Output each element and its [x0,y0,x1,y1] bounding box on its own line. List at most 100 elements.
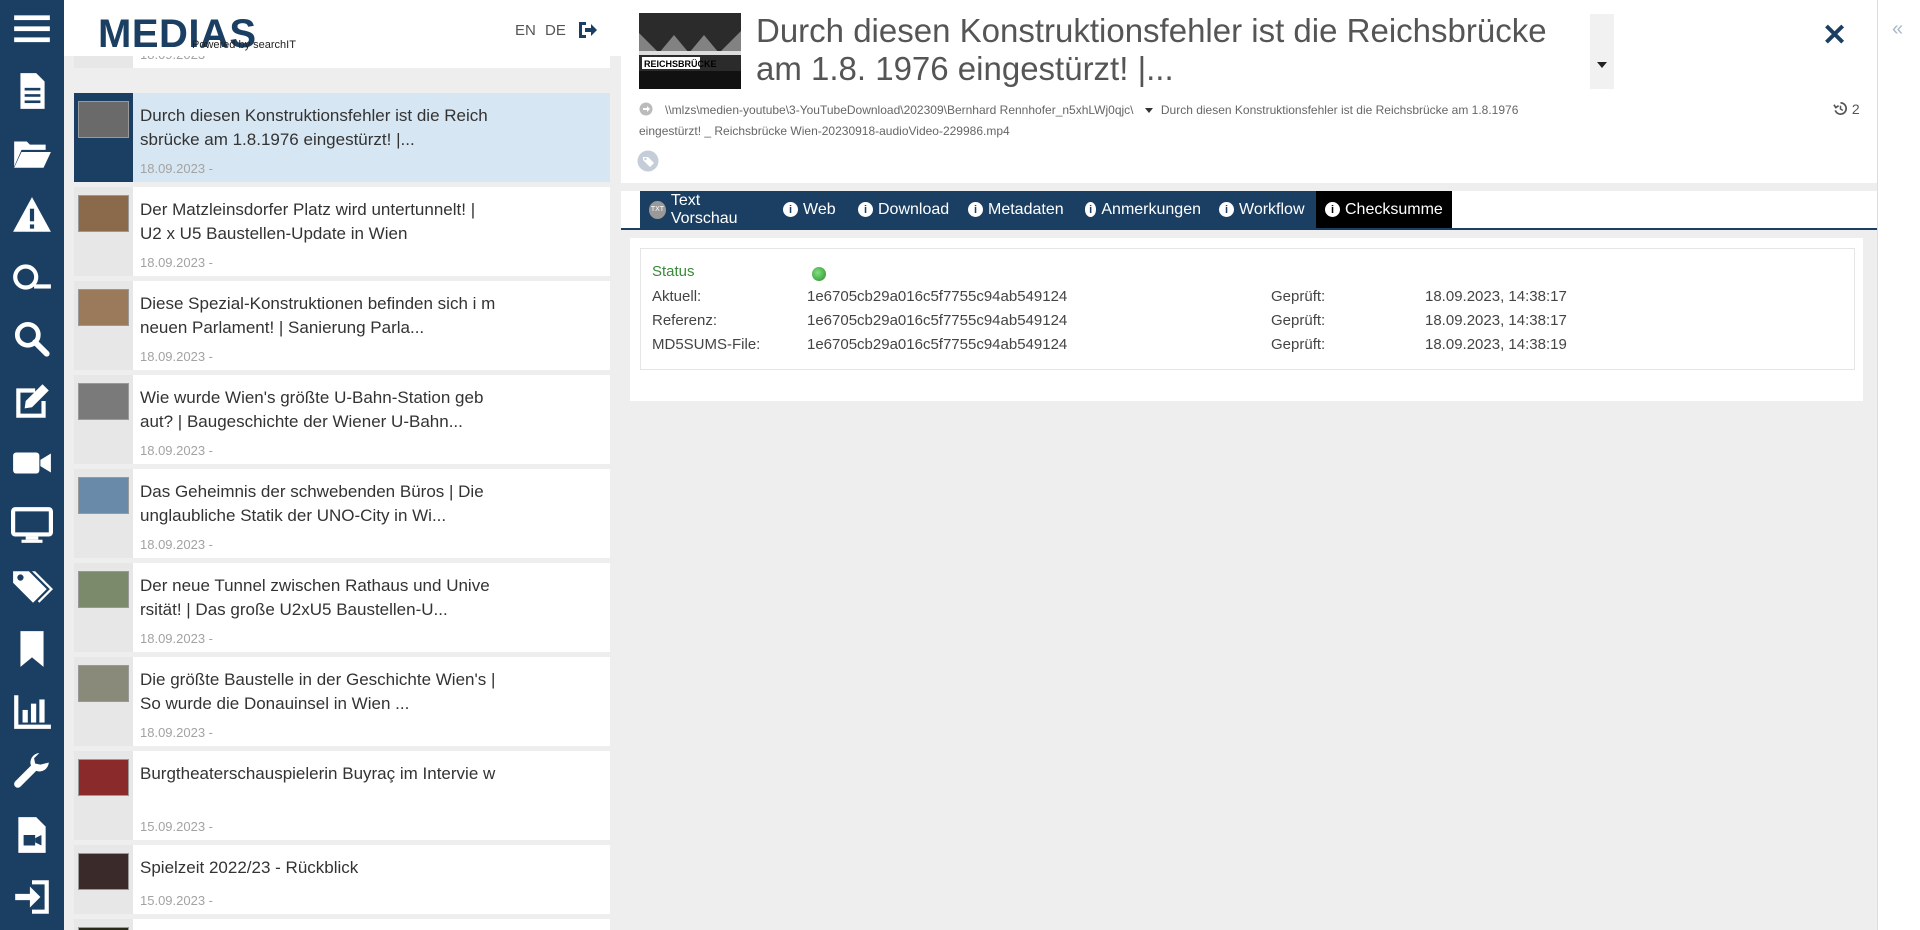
language-de-link[interactable]: DE [545,22,566,39]
txt-icon: TXT [649,200,666,219]
detail-title: Durch diesen Konstruktionsfehler ist die… [756,12,1547,87]
list-item[interactable]: Der neue Tunnel zwischen Rathaus und Uni… [74,563,610,652]
item-date: 18.09.2023 - [140,631,214,646]
tab-checksumme[interactable]: i Checksumme [1316,191,1452,228]
item-date: 15.09.2023 - [140,893,214,908]
tab-web[interactable]: i Web [774,191,849,228]
checked-timestamp: 18.09.2023, 14:38:19 [1425,336,1567,353]
info-icon: i [858,202,873,217]
video-thumbnail [78,665,129,702]
logout-icon[interactable] [577,21,597,39]
history-button[interactable]: 2 [1833,101,1860,117]
status-indicator [812,267,826,281]
sign-in-icon[interactable] [0,868,64,926]
tab-label: Workflow [1239,200,1305,218]
tab-label: Anmerkungen [1101,200,1201,218]
list-item[interactable]: Burgtheaterschauspielerin Buyraç im Inte… [74,751,610,840]
item-date: 18.09.2023 - [140,255,214,270]
info-icon: i [968,202,983,217]
detail-thumbnail: REICHSBRÜCKE [639,13,741,89]
item-title: Wie wurde Wien's größte U-Bahn-Station g… [140,388,484,431]
thumbnail-caption: REICHSBRÜCKE [644,59,717,69]
tab-metadaten[interactable]: i Metadaten [959,191,1076,228]
item-title: Der neue Tunnel zwischen Rathaus und Uni… [140,576,490,619]
tab-download[interactable]: i Download [849,191,959,228]
detail-header: REICHSBRÜCKE Durch diesen Konstruktionsf… [621,0,1877,183]
tab-text-vorschau[interactable]: TXT Text Vorschau [640,191,774,228]
list-item[interactable]: Diese Spezial-Konstruktionen befinden si… [74,281,610,370]
folder-open-icon[interactable] [0,124,64,182]
tag-icon[interactable] [637,150,659,172]
video-thumbnail [78,101,129,138]
tab-label: Checksumme [1345,200,1443,218]
list-item[interactable]: Die größte Baustelle in der Geschichte W… [74,657,610,746]
file-video-icon[interactable] [0,806,64,864]
item-title: Die größte Baustelle in der Geschichte W… [140,670,496,713]
checked-timestamp: 18.09.2023, 14:38:17 [1425,288,1567,305]
edit-icon[interactable] [0,372,64,430]
list-item[interactable]: Wie wurde Wien's größte U-Bahn-Station g… [74,375,610,464]
tab-label: Web [803,200,836,218]
md5sums-label: MD5SUMS-File: [652,336,761,353]
video-thumbnail [78,383,129,420]
logo-subtitle: Powered by searchIT [192,39,296,51]
item-date: 18.09.2023 - [140,161,214,176]
file-path: \\mlzs\medien-youtube\3-YouTubeDownload\… [639,100,1574,142]
warning-icon[interactable] [0,186,64,244]
info-icon: i [1325,202,1340,217]
checked-label: Geprüft: [1271,312,1326,329]
path-folder: \\mlzs\medien-youtube\3-YouTubeDownload\… [665,103,1134,117]
tab-workflow[interactable]: i Workflow [1210,191,1316,228]
item-title: Spielzeit 2022/23 - Rückblick [140,858,359,877]
checked-label: Geprüft: [1271,336,1326,353]
video-thumbnail [78,759,129,796]
monitor-icon[interactable] [0,496,64,554]
checksum-panel: Status Aktuell: 1e6705cb29a016c5f7755c94… [630,238,1863,401]
item-date: 18.09.2023 - [140,443,214,458]
tab-anmerkungen[interactable]: i Anmerkungen [1076,191,1210,228]
item-date: 18.09.2023 - [140,349,214,364]
list-item[interactable]: Das Geheimnis der schwebenden Büros | Di… [74,469,610,558]
collapse-icon[interactable]: « [1892,18,1903,41]
aktuell-hash: 1e6705cb29a016c5f7755c94ab549124 [807,288,1068,305]
search-icon[interactable] [0,310,64,368]
info-icon: i [1219,202,1234,217]
checked-label: Geprüft: [1271,288,1326,305]
referenz-hash: 1e6705cb29a016c5f7755c94ab549124 [807,312,1068,329]
video-thumbnail [78,195,129,232]
detail-panel: REICHSBRÜCKE Durch diesen Konstruktionsf… [621,0,1877,930]
caret-down-icon[interactable] [1143,104,1155,116]
document-icon[interactable] [0,62,64,120]
item-title: Durch diesen Konstruktionsfehler ist die… [140,106,488,149]
item-date: 18.09.2023 - [140,537,214,552]
video-thumbnail [78,571,129,608]
md5sums-hash: 1e6705cb29a016c5f7755c94ab549124 [807,336,1068,353]
list-item-selected[interactable]: Durch diesen Konstruktionsfehler ist die… [74,93,610,182]
detail-tabs: TXT Text Vorschau i Web i Download i Met… [621,191,1877,230]
arrow-circle-right-icon[interactable] [639,102,653,116]
list-header: MEDIAS Powered by searchIT EN DE [64,0,621,56]
item-date: 18.09.2023 - [140,725,214,740]
history-icon [1833,102,1847,115]
video-thumbnail [78,853,129,890]
video-camera-icon[interactable] [0,434,64,492]
bar-chart-icon[interactable] [0,682,64,740]
search-key-icon[interactable] [0,248,64,306]
bookmark-icon[interactable] [0,620,64,678]
tags-icon[interactable] [0,558,64,616]
list-item[interactable]: Spielzeit 2022/23 - Rückblick 15.09.2023… [74,845,610,914]
item-title: Burgtheaterschauspielerin Buyraç im Inte… [140,764,496,783]
list-item[interactable] [74,919,610,930]
tab-label: Download [878,200,950,218]
checked-timestamp: 18.09.2023, 14:38:17 [1425,312,1567,329]
referenz-label: Referenz: [652,312,718,329]
menu-icon[interactable] [0,0,64,58]
item-title: Das Geheimnis der schwebenden Büros | Di… [140,482,484,525]
language-en-link[interactable]: EN [515,22,536,39]
close-icon[interactable]: ✕ [1822,18,1847,53]
title-dropdown[interactable] [1590,14,1614,89]
collapse-strip: « [1877,0,1920,930]
wrench-icon[interactable] [0,744,64,802]
list-item[interactable]: Der Matzleinsdorfer Platz wird untertunn… [74,187,610,276]
tab-label: Metadaten [988,200,1064,218]
